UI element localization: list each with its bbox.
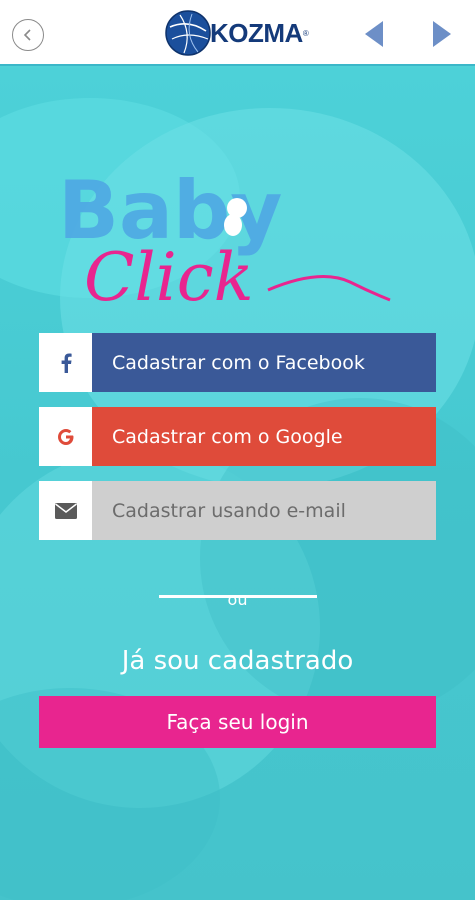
baby-click-logo: Baby Click <box>58 164 391 310</box>
email-signup-label: Cadastrar usando e-mail <box>92 481 436 540</box>
previous-arrow-icon[interactable] <box>364 20 384 48</box>
back-button[interactable] <box>12 19 44 51</box>
chevron-left-icon <box>23 29 31 41</box>
facebook-signup-label: Cadastrar com o Facebook <box>92 333 436 392</box>
brand-swoosh <box>267 275 391 302</box>
email-icon-box <box>39 481 92 540</box>
google-icon <box>57 428 73 445</box>
email-signup-button[interactable]: Cadastrar usando e-mail <box>39 481 436 540</box>
next-arrow-icon[interactable] <box>432 20 452 48</box>
already-registered-heading: Já sou cadastrado <box>121 646 354 676</box>
google-icon-box <box>39 407 92 466</box>
envelope-icon <box>54 502 77 519</box>
globe-icon <box>165 10 211 56</box>
kozma-logo: KOZMA ® <box>164 9 314 57</box>
google-signup-label: Cadastrar com o Google <box>92 407 436 466</box>
facebook-icon-box <box>39 333 92 392</box>
facebook-icon <box>61 353 72 373</box>
logo-text: KOZMA <box>210 17 303 48</box>
divider-text: ou <box>227 590 248 609</box>
facebook-signup-button[interactable]: Cadastrar com o Facebook <box>39 333 436 392</box>
login-button[interactable]: Faça seu login <box>39 696 436 748</box>
brand-click-text: Click <box>84 239 254 310</box>
google-signup-button[interactable]: Cadastrar com o Google <box>39 407 436 466</box>
app-header: KOZMA ® <box>0 0 475 66</box>
logo-trademark: ® <box>302 28 309 38</box>
